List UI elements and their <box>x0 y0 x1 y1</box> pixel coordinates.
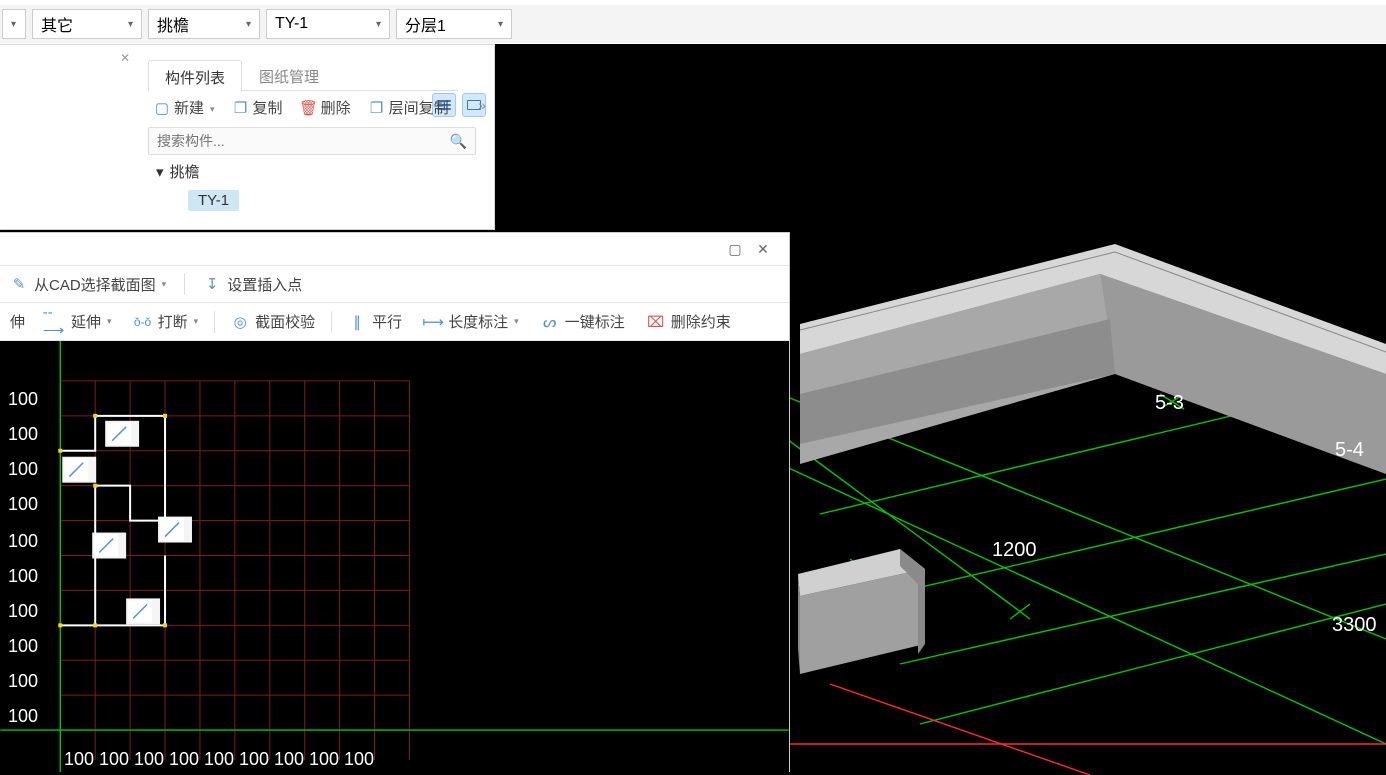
panel-tabs: 构件列表 图纸管理 <box>148 59 458 91</box>
axis-label-5-4: 5-4 <box>1335 439 1364 462</box>
delete-constraint-button[interactable]: ⌧删除约束 <box>641 307 737 336</box>
copy-icon: ❐ <box>233 100 249 116</box>
grid-y-1: 100 <box>8 424 38 445</box>
break-button[interactable]: ŏ-ŏ打断▾ <box>128 307 205 336</box>
copy-button[interactable]: ❐复制 <box>227 93 289 122</box>
check-icon: ◎ <box>231 313 249 331</box>
search-input[interactable] <box>157 133 450 149</box>
dropdown-0[interactable] <box>2 9 26 39</box>
dropdown-type[interactable]: 挑檐 <box>148 9 260 39</box>
delete-button[interactable]: 🗑删除 <box>295 93 357 122</box>
dim-3300: 3300 <box>1332 614 1377 637</box>
grid-y-7: 100 <box>8 636 38 657</box>
grid-x-3: 100 <box>169 749 199 770</box>
grid-y-4: 100 <box>8 531 38 552</box>
auto-dim-icon: ᔕ <box>541 313 559 331</box>
axis-label-5-3: 5-3 <box>1155 392 1184 415</box>
new-icon: ▢ <box>154 100 170 116</box>
chevron-down-icon: ▾ <box>156 163 164 181</box>
grid-y-2: 100 <box>8 459 38 480</box>
window-maximize-button[interactable]: ▢ <box>721 235 749 263</box>
insert-point-icon: ↧ <box>203 275 221 293</box>
extend-button[interactable]: --⟶延伸▾ <box>41 307 118 336</box>
window-close-button[interactable]: ✕ <box>749 235 777 263</box>
del-constraint-icon: ⌧ <box>647 313 665 331</box>
break-icon: ŏ-ŏ <box>134 313 152 331</box>
grid-x-7: 100 <box>309 749 339 770</box>
grid-y-0: 100 <box>8 389 38 410</box>
extend-icon: --⟶ <box>47 313 65 331</box>
editor-titlebar: ▢ ✕ <box>0 233 789 265</box>
floor-copy-icon: ❐ <box>369 100 385 116</box>
grid-y-9: 100 <box>8 706 38 727</box>
trim-button[interactable]: 伸 <box>4 307 31 336</box>
floor-copy-button[interactable]: ❐层间复制 <box>363 93 455 122</box>
trash-icon: 🗑 <box>301 100 317 116</box>
grid-y-5: 100 <box>8 566 38 587</box>
parallel-button[interactable]: ∥平行 <box>342 307 408 336</box>
grid-x-6: 100 <box>274 749 304 770</box>
component-panel: ✕ 构件列表 图纸管理 ▢新建 ❐复制 🗑删除 ❐层间复制 » 🔍 ▾挑檐 TY… <box>0 44 495 230</box>
tree-item-ty1[interactable]: TY-1 <box>188 190 239 211</box>
dim-1200: 1200 <box>992 539 1037 562</box>
grid-x-5: 100 <box>239 749 269 770</box>
parallel-icon: ∥ <box>348 313 366 331</box>
search-icon: 🔍 <box>450 133 467 150</box>
dropdown-layer[interactable]: 分层1 <box>396 9 512 39</box>
section-canvas[interactable]: 100 100 100 100 100 100 100 100 100 100 … <box>0 341 789 772</box>
grid-x-1: 100 <box>99 749 129 770</box>
component-tree: ▾挑檐 TY-1 <box>148 157 239 211</box>
tab-component-list[interactable]: 构件列表 <box>148 60 242 91</box>
section-editor-window: ▢ ✕ ✎从CAD选择截面图▾ ↧设置插入点 伸 --⟶延伸▾ ŏ-ŏ打断▾ ◎… <box>0 232 790 772</box>
toolbar-overflow-icon[interactable]: » <box>470 93 494 117</box>
grid-x-0: 100 <box>64 749 94 770</box>
section-check-button[interactable]: ◎截面校验 <box>225 307 321 336</box>
top-toolbar: 其它 挑檐 TY-1 分层1 <box>0 5 1386 43</box>
cad-icon: ✎ <box>10 275 28 293</box>
component-search[interactable]: 🔍 <box>148 127 476 155</box>
length-dim-button[interactable]: ⟼长度标注▾ <box>418 307 525 336</box>
tab-drawing-mgmt[interactable]: 图纸管理 <box>242 59 336 90</box>
panel-close-icon[interactable]: ✕ <box>120 51 134 65</box>
grid-y-8: 100 <box>8 671 38 692</box>
grid-y-6: 100 <box>8 601 38 622</box>
tree-node-root[interactable]: ▾挑檐 <box>148 157 239 186</box>
editor-toolbar-2: 伸 --⟶延伸▾ ŏ-ŏ打断▾ ◎截面校验 ∥平行 ⟼长度标注▾ ᔕ一键标注 ⌧… <box>0 303 789 341</box>
dropdown-instance[interactable]: TY-1 <box>266 9 390 39</box>
new-button[interactable]: ▢新建 <box>148 93 221 122</box>
grid-y-3: 100 <box>8 494 38 515</box>
editor-toolbar-1: ✎从CAD选择截面图▾ ↧设置插入点 <box>0 265 789 303</box>
dropdown-category[interactable]: 其它 <box>32 9 142 39</box>
grid-x-2: 100 <box>134 749 164 770</box>
grid-x-8: 100 <box>344 749 374 770</box>
set-insertpoint-button[interactable]: ↧设置插入点 <box>197 270 308 299</box>
dimension-icon: ⟼ <box>424 313 442 331</box>
grid-x-4: 100 <box>204 749 234 770</box>
component-toolbar: ▢新建 ❐复制 🗑删除 ❐层间复制 <box>148 93 455 122</box>
cad-select-button[interactable]: ✎从CAD选择截面图▾ <box>4 270 172 299</box>
onekey-dim-button[interactable]: ᔕ一键标注 <box>535 307 631 336</box>
